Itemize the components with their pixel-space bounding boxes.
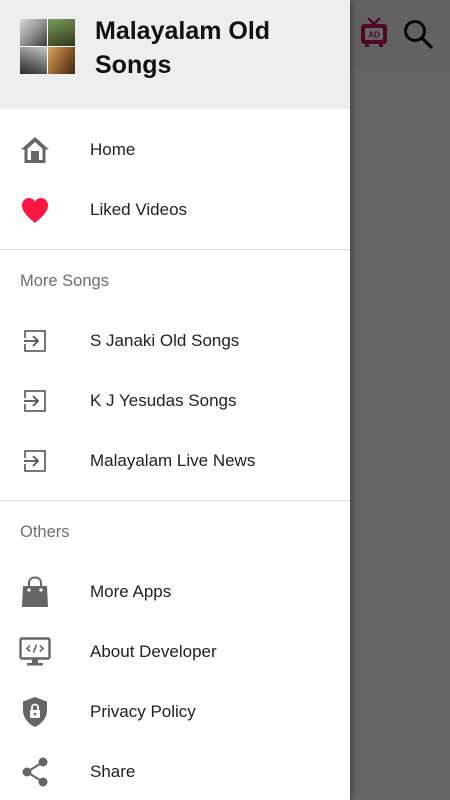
menu-item-liked-videos[interactable]: Liked Videos [0, 180, 350, 240]
menu-item-share[interactable]: Share [0, 742, 350, 800]
menu-item-privacy-policy[interactable]: Privacy Policy [0, 682, 350, 742]
divider [0, 500, 350, 501]
drawer-title: Malayalam Old Songs [95, 17, 271, 79]
menu-item-about-developer[interactable]: About Developer [0, 622, 350, 682]
menu-item-label: Share [90, 762, 136, 781]
home-icon [19, 134, 51, 166]
divider [0, 249, 350, 250]
heart-icon [19, 194, 51, 226]
menu-item-s-janaki-old-songs[interactable]: S Janaki Old Songs [0, 311, 350, 371]
navigation-drawer: Malayalam Old Songs Home Liked Videos Mo… [0, 0, 350, 800]
screen: AD Malayalam Old Songs [0, 0, 450, 800]
menu-item-label: Malayalam Live News [90, 451, 256, 470]
logo-photo-2 [48, 19, 75, 46]
menu-item-home[interactable]: Home [0, 120, 350, 180]
share-icon [19, 756, 51, 788]
menu-item-label: K J Yesudas Songs [90, 391, 237, 410]
menu-item-more-apps[interactable]: More Apps [0, 562, 350, 622]
open-in-icon [19, 445, 51, 477]
shopping-bag-icon [19, 576, 51, 608]
open-in-icon [19, 325, 51, 357]
monitor-code-icon [19, 636, 51, 668]
section-title-more-songs: More Songs [20, 272, 109, 290]
menu-item-label: S Janaki Old Songs [90, 331, 240, 350]
section-title-others: Others [20, 523, 70, 541]
menu-item-malayalam-live-news[interactable]: Malayalam Live News [0, 431, 350, 491]
menu-item-k-j-yesudas-songs[interactable]: K J Yesudas Songs [0, 371, 350, 431]
logo-photo-4 [48, 47, 75, 74]
menu-item-label: More Apps [90, 582, 172, 601]
logo-photo-3 [20, 47, 47, 74]
menu-item-label: Liked Videos [90, 200, 188, 219]
menu-item-label: Home [90, 140, 136, 159]
drawer-header: Malayalam Old Songs [0, 0, 350, 109]
open-in-icon [19, 385, 51, 417]
app-logo [20, 19, 75, 74]
logo-photo-1 [20, 19, 47, 46]
shield-lock-icon [19, 696, 51, 728]
menu-item-label: Privacy Policy [90, 702, 196, 721]
menu-item-label: About Developer [90, 642, 217, 661]
